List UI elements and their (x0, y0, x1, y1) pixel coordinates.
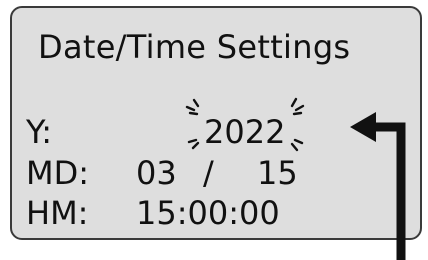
arrow-pointer-icon (350, 112, 406, 260)
device-display: Date/Time Settings Y: 2022 MD: 03 / 15 H… (0, 0, 428, 260)
